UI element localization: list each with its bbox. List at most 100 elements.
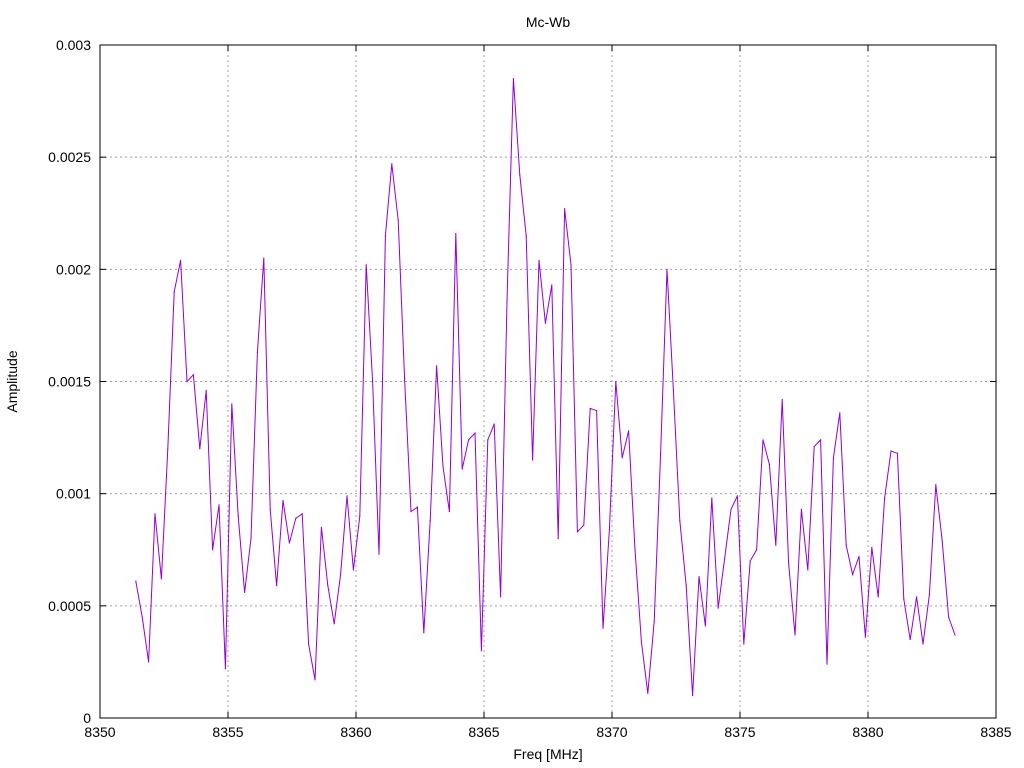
data-point — [775, 544, 777, 546]
data-point — [845, 544, 847, 546]
data-point — [839, 412, 841, 414]
data-point — [493, 423, 495, 425]
data-point — [583, 524, 585, 526]
data-point — [954, 634, 956, 636]
y-tick-label: 0.0005 — [48, 598, 91, 614]
data-point — [615, 380, 617, 383]
data-point — [647, 692, 649, 694]
x-tick-label: 8365 — [468, 724, 499, 740]
data-point — [474, 432, 476, 434]
data-point — [359, 515, 361, 517]
data-point — [672, 389, 675, 392]
data-point — [346, 495, 348, 497]
data-point — [852, 573, 854, 576]
data-point — [762, 439, 764, 441]
data-point — [461, 468, 463, 470]
data-point — [308, 643, 310, 645]
data-point — [205, 389, 207, 392]
data-point — [628, 430, 630, 432]
data-point — [679, 519, 681, 522]
data-point — [180, 259, 182, 261]
data-point — [148, 661, 150, 663]
data-point — [295, 517, 297, 519]
data-point — [237, 515, 239, 517]
y-tick-label: 0.0015 — [48, 374, 91, 390]
data-point — [743, 643, 745, 645]
data-point — [314, 679, 316, 681]
data-point — [372, 380, 374, 383]
x-tick-label: 8350 — [84, 724, 115, 740]
data-point — [724, 558, 726, 560]
y-axis-label: Amplitude — [4, 350, 20, 412]
data-point — [903, 598, 905, 600]
data-point — [244, 591, 246, 593]
data-point — [807, 569, 809, 571]
data-point — [653, 620, 655, 623]
data-point — [532, 459, 534, 461]
data-point — [173, 291, 175, 293]
data-point — [877, 596, 879, 598]
data-point — [160, 578, 163, 580]
data-point — [788, 562, 790, 564]
data-point — [212, 549, 214, 551]
line-chart: 8350 8355 8360 8365 8370 8375 8380 8385 0 0.0005 0… — [0, 0, 1024, 768]
data-point — [218, 504, 220, 506]
data-point — [602, 627, 604, 629]
data-point — [288, 542, 291, 544]
data-point — [404, 378, 406, 380]
data-point — [154, 513, 156, 515]
data-point — [186, 380, 188, 383]
data-point — [391, 163, 393, 165]
data-point — [468, 439, 470, 441]
data-point — [634, 549, 636, 551]
data-point — [781, 398, 783, 401]
data-point — [858, 555, 860, 558]
chart-container: 8350 8355 8360 8365 8370 8375 8380 8385 0 0.0005 0… — [0, 0, 1024, 768]
y-tick-label: 0.003 — [56, 37, 91, 53]
data-point — [909, 638, 911, 641]
data-point — [800, 508, 803, 510]
y-tick-label: 0.001 — [56, 486, 91, 502]
data-point — [429, 519, 431, 522]
data-point — [717, 607, 719, 609]
data-point — [660, 452, 662, 454]
x-tick-label: 8380 — [852, 724, 883, 740]
data-point — [282, 499, 284, 501]
data-point — [410, 511, 412, 513]
data-point — [365, 264, 367, 266]
data-point — [500, 596, 502, 598]
data-point — [506, 300, 508, 302]
data-point — [512, 78, 515, 80]
data-point — [890, 450, 892, 452]
data-point — [666, 268, 668, 270]
data-point — [141, 616, 143, 618]
data-point — [576, 531, 579, 533]
data-point — [871, 546, 873, 549]
x-axis-label: Freq [MHz] — [513, 746, 582, 762]
data-point — [250, 537, 252, 540]
data-point — [813, 445, 815, 448]
data-point — [935, 484, 937, 486]
data-point — [327, 585, 329, 587]
data-point — [320, 526, 323, 528]
data-point — [608, 528, 611, 531]
data-point — [711, 497, 713, 499]
data-point — [525, 235, 527, 237]
data-point — [224, 668, 227, 670]
data-point — [448, 511, 451, 513]
chart-title: Mc-Wb — [526, 14, 571, 30]
data-point — [397, 219, 399, 221]
data-point — [832, 457, 835, 459]
data-point — [276, 585, 278, 587]
x-tick-label: 8360 — [340, 724, 371, 740]
data-point — [199, 448, 201, 450]
data-point — [551, 284, 553, 286]
data-point — [621, 457, 623, 459]
y-tick-label: 0.002 — [56, 261, 91, 277]
data-point — [749, 560, 751, 562]
data-point — [826, 663, 828, 665]
data-point — [928, 594, 931, 596]
data-point — [896, 452, 899, 454]
data-point — [596, 410, 598, 412]
data-point — [487, 439, 489, 441]
